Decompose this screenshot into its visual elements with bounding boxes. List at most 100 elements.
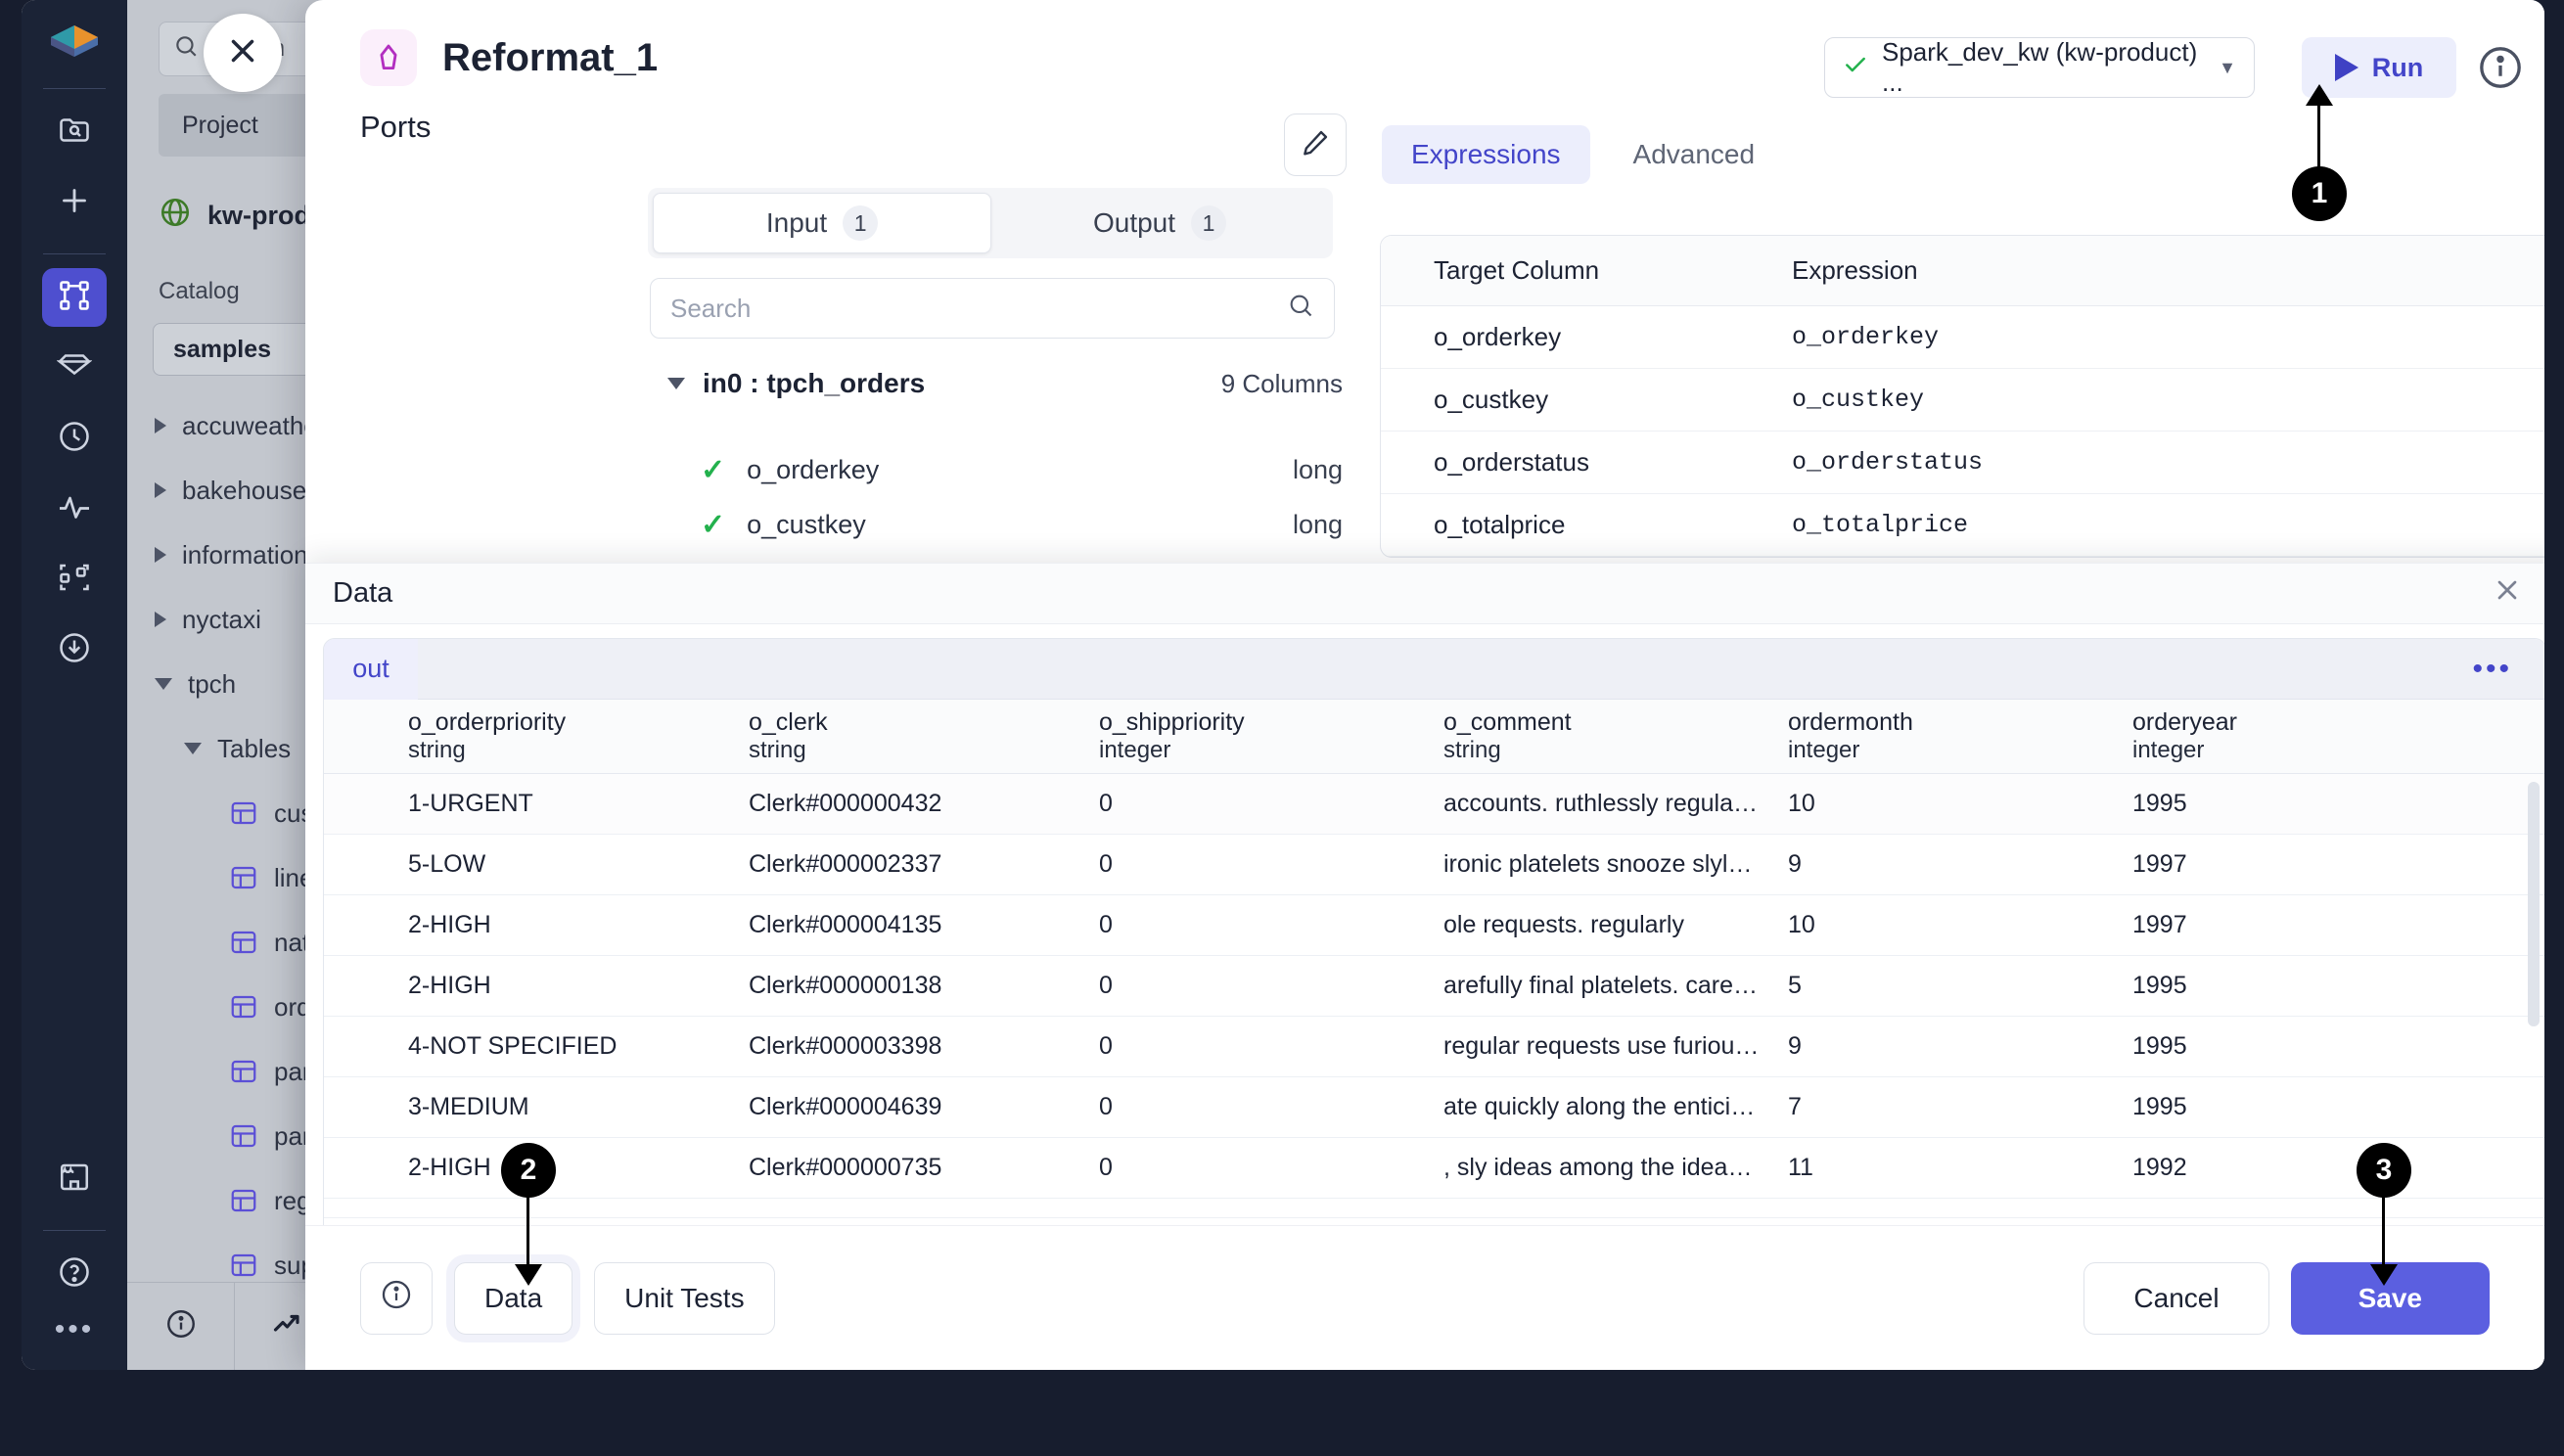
- data-tab-out[interactable]: out: [324, 639, 418, 700]
- cell-orderyear: 1992: [2132, 1154, 2187, 1181]
- activity-icon: [57, 489, 92, 529]
- folder-search-icon: [57, 113, 92, 153]
- left-icon-rail: •••: [22, 0, 127, 1370]
- port-group-in0[interactable]: in0 : tpch_orders 9 Columns: [667, 368, 1343, 399]
- cell-o_clerk: Clerk#000000432: [749, 790, 942, 817]
- table-row[interactable]: 4-NOT SPECIFIED Clerk#000003398 0 regular r…: [324, 1017, 2544, 1077]
- edit-ports-button[interactable]: [1284, 114, 1347, 176]
- table-row[interactable]: 3-MEDIUM Clerk#000004639 0 ate quickly alon…: [324, 1077, 2544, 1138]
- cell-o_shippriority: 0: [1099, 850, 1113, 878]
- catalog-select-value: samples: [173, 335, 272, 363]
- column-header-o_clerk[interactable]: o_clerk string: [741, 700, 1091, 773]
- rail-item-lineage[interactable]: [42, 550, 107, 609]
- table-row[interactable]: 2-HIGH Clerk#000000138 0 arefully final pla…: [324, 956, 2544, 1017]
- cell-ordermonth: 7: [1788, 1093, 1802, 1120]
- footer-info-button[interactable]: [360, 1261, 433, 1335]
- rail-item-workspace[interactable]: [42, 103, 107, 161]
- rail-item-history[interactable]: [42, 409, 107, 468]
- cell-o_orderpriority: 2-HIGH: [408, 911, 491, 938]
- callout-1-arrow: [2306, 84, 2333, 106]
- tab-advanced[interactable]: Advanced: [1604, 125, 1785, 184]
- environment-select[interactable]: Spark_dev_kw (kw-product) ... ▼: [1824, 37, 2255, 98]
- table-row[interactable]: 5-LOW Clerk#000002337 0 ironic platelets sn…: [324, 835, 2544, 895]
- table-row[interactable]: o_totalprice o_totalprice: [1381, 494, 2544, 557]
- cancel-button-label: Cancel: [2133, 1282, 2220, 1313]
- chevron-right-icon: [155, 547, 166, 563]
- callout-3-line: [2382, 1194, 2385, 1268]
- table-row[interactable]: o_custkey o_custkey: [1381, 369, 2544, 432]
- rail-item-gems[interactable]: [42, 339, 107, 397]
- close-data-drawer-button[interactable]: [2492, 574, 2523, 614]
- table-row[interactable]: 1-URGENT Clerk#000000432 0 accounts. ruthle…: [324, 774, 2544, 835]
- rail-item-marketplace[interactable]: [42, 1150, 107, 1208]
- data-tab-out-label: out: [352, 654, 389, 683]
- rail-item-new[interactable]: [42, 173, 107, 232]
- databricks-logo: [47, 22, 102, 65]
- data-drawer: Data out ••• o_orderpriority string o_cler…: [305, 563, 2544, 1287]
- clock-icon: [57, 419, 92, 459]
- port-column-type: long: [1292, 454, 1343, 484]
- column-header-o_shippriority[interactable]: o_shippriority integer: [1091, 700, 1436, 773]
- port-column-o_custkey[interactable]: ✓ o_custkey long: [701, 497, 1343, 552]
- catalog-info-button[interactable]: [127, 1282, 235, 1370]
- cell-o_comment: , sly ideas among the idea…: [1443, 1154, 1753, 1181]
- expression-value: o_orderstatus: [1792, 448, 1984, 477]
- tab-expressions[interactable]: Expressions: [1382, 125, 1590, 184]
- close-icon: [224, 32, 261, 74]
- cell-o_comment: accounts. ruthlessly regula…: [1443, 790, 1758, 817]
- expression-target-column: o_orderstatus: [1434, 447, 1589, 477]
- callout-3: 3: [2357, 1143, 2411, 1290]
- data-drawer-title: Data: [333, 577, 393, 609]
- expression-value: o_custkey: [1792, 386, 1925, 414]
- ellipsis-icon[interactable]: •••: [2472, 653, 2544, 686]
- globe-icon: [159, 196, 192, 236]
- table-row[interactable]: 2-HIGH Clerk#000004135 0 ole requests. regu…: [324, 895, 2544, 956]
- column-header-orderyear[interactable]: orderyear integer: [2125, 700, 2469, 773]
- cancel-button[interactable]: Cancel: [2083, 1261, 2269, 1335]
- vertical-scrollbar[interactable]: [2528, 782, 2540, 1026]
- page-title: Reformat_1: [442, 35, 659, 79]
- expression-target-column: o_custkey: [1434, 385, 1549, 414]
- close-icon: [2492, 580, 2523, 613]
- column-header-ordermonth[interactable]: ordermonth integer: [1780, 700, 2125, 773]
- rail-item-help[interactable]: [42, 1245, 107, 1303]
- tab-input[interactable]: Input 1: [653, 193, 991, 253]
- rail-item-monitoring[interactable]: [42, 479, 107, 538]
- environment-label: Spark_dev_kw (kw-product) ...: [1882, 37, 2198, 97]
- cell-o_orderpriority: 3-MEDIUM: [408, 1093, 529, 1120]
- ellipsis-icon[interactable]: •••: [55, 1315, 95, 1370]
- table-row[interactable]: o_orderkey o_orderkey: [1381, 306, 2544, 369]
- check-icon: ✓: [701, 453, 726, 486]
- column-header-o_comment[interactable]: o_comment string: [1436, 700, 1780, 773]
- ports-search-input[interactable]: Search: [650, 278, 1335, 339]
- rail-item-pipelines[interactable]: [42, 268, 107, 327]
- info-circle-icon: [380, 1278, 413, 1318]
- port-column-o_orderkey[interactable]: ✓ o_orderkey long: [701, 442, 1343, 497]
- column-header-name: o_orderpriority: [408, 708, 567, 737]
- tab-output[interactable]: Output 1: [991, 193, 1328, 253]
- row-number-header: [324, 700, 400, 773]
- table-row[interactable]: o_orderstatus o_orderstatus: [1381, 432, 2544, 494]
- callout-1-line: [2317, 104, 2320, 168]
- ports-label: Ports: [360, 110, 432, 144]
- cell-o_shippriority: 0: [1099, 1093, 1113, 1120]
- modal-info-button[interactable]: [2476, 43, 2525, 92]
- tree-item-label: tpch: [188, 668, 237, 699]
- close-modal-button[interactable]: [204, 14, 282, 92]
- chevron-down-icon: [155, 678, 172, 690]
- table-row[interactable]: 2-HIGH Clerk#000000735 0 , sly ideas among …: [324, 1138, 2544, 1199]
- cell-o_clerk: Clerk#000000138: [749, 972, 942, 999]
- cell-o_clerk: Clerk#000000735: [749, 1154, 942, 1181]
- column-header-name: o_shippriority: [1099, 708, 1245, 737]
- rail-item-deploy[interactable]: [42, 620, 107, 679]
- chevron-right-icon: [155, 418, 166, 433]
- unit-tests-button[interactable]: Unit Tests: [594, 1261, 775, 1335]
- column-header-target: Target Column: [1434, 255, 1600, 285]
- data-grid-body: 1-URGENT Clerk#000000432 0 accounts. ruthle…: [324, 774, 2544, 1218]
- ports-search-placeholder: Search: [670, 293, 752, 323]
- cell-o_clerk: Clerk#000004639: [749, 1093, 942, 1120]
- column-header-o_orderpriority[interactable]: o_orderpriority string: [400, 700, 741, 773]
- modal-footer: Data Unit Tests Cancel Save: [305, 1225, 2544, 1370]
- column-header-type: string: [749, 737, 806, 764]
- cell-orderyear: 1997: [2132, 850, 2187, 878]
